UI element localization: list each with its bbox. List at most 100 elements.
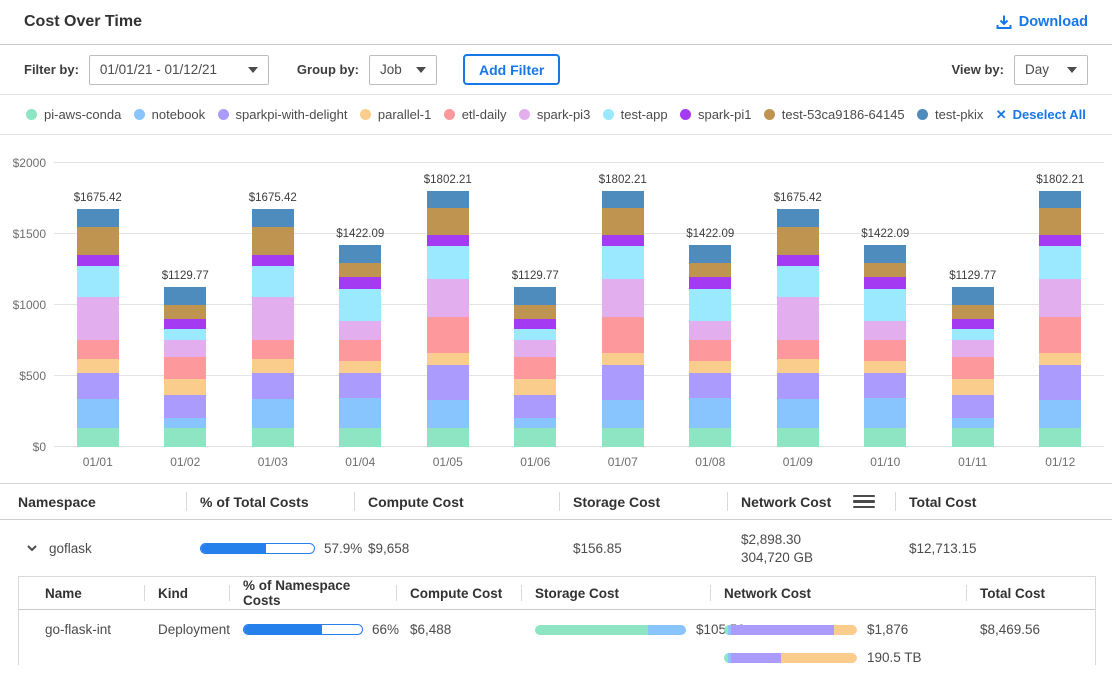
- bar-segment-test-app: [252, 266, 294, 297]
- legend-item-pi-aws-conda[interactable]: pi-aws-conda: [26, 107, 121, 122]
- bar-segment-notebook: [339, 398, 381, 428]
- stacked-bar-01/03[interactable]: [252, 209, 294, 447]
- bar-segment-notebook: [777, 399, 819, 428]
- date-range-dropdown[interactable]: 01/01/21 - 01/12/21: [89, 55, 269, 85]
- bar-segment-pi-aws-conda: [602, 428, 644, 447]
- bar-total-label: $1802.21: [1036, 174, 1084, 186]
- bar-segment-pi-aws-conda: [514, 428, 556, 447]
- bar-segment-sparkpi-with-delight: [339, 373, 381, 399]
- bar-segment-pi-aws-conda: [952, 428, 994, 447]
- bar-segment-parallel-1: [689, 361, 731, 373]
- stacked-bar-01/04[interactable]: [339, 245, 381, 447]
- bar-segment-test-53ca9186-64145: [864, 263, 906, 277]
- col-header-namespace: Namespace: [0, 484, 186, 519]
- bar-segment-etl-daily: [952, 357, 994, 379]
- chart-plot-area: $1675.42$1129.77$1675.42$1422.09$1802.21…: [54, 163, 1104, 447]
- date-range-value: 01/01/21 - 01/12/21: [100, 62, 217, 77]
- col-header-network-cost: Network Cost: [727, 484, 895, 519]
- legend-item-test-pkix[interactable]: test-pkix: [917, 107, 983, 122]
- bar-segment-test-app: [339, 289, 381, 322]
- download-button[interactable]: Download: [996, 14, 1088, 30]
- col-header-kind: Kind: [144, 577, 229, 609]
- bar-segment-spark-pi1: [77, 255, 119, 265]
- bar-total-label: $1422.09: [336, 228, 384, 240]
- stacked-bar-01/01[interactable]: [77, 209, 119, 447]
- stacked-bar-01/07[interactable]: [602, 191, 644, 447]
- bar-segment-spark-pi3: [1039, 279, 1081, 317]
- x-tick-label: 01/01: [54, 455, 142, 469]
- stacked-bar-01/05[interactable]: [427, 191, 469, 447]
- bar-segment-spark-pi3: [339, 321, 381, 340]
- bar-segment-spark-pi1: [164, 319, 206, 329]
- bar-segment-spark-pi3: [689, 321, 731, 340]
- group-by-label: Group by:: [297, 62, 359, 77]
- legend-item-etl-daily[interactable]: etl-daily: [444, 107, 507, 122]
- bar-segment-notebook: [427, 400, 469, 428]
- workload-row-go-flask-int[interactable]: go-flask-int Deployment 66% $6,488 $105.…: [19, 610, 1095, 665]
- bar-segment-parallel-1: [427, 353, 469, 365]
- bar-segment-parallel-1: [77, 359, 119, 373]
- view-by-dropdown[interactable]: Day: [1014, 55, 1088, 85]
- bar-segment-spark-pi1: [252, 255, 294, 265]
- bar-segment-spark-pi3: [77, 297, 119, 340]
- stacked-bar-01/06[interactable]: [514, 287, 556, 447]
- bar-segment-spark-pi3: [427, 279, 469, 317]
- workload-table: Name Kind % of Namespace Costs Compute C…: [18, 576, 1096, 665]
- bar-segment-test-pkix: [602, 191, 644, 208]
- bar-segment-test-app: [427, 246, 469, 279]
- stacked-bar-01/09[interactable]: [777, 209, 819, 447]
- bar-segment-parallel-1: [339, 361, 381, 373]
- bar-segment-pi-aws-conda: [164, 428, 206, 447]
- bar-segment-spark-pi3: [602, 279, 644, 317]
- bar-segment-sparkpi-with-delight: [514, 395, 556, 418]
- bar-segment-test-pkix: [952, 287, 994, 305]
- stacked-bar-01/11[interactable]: [952, 287, 994, 447]
- bar-total-label: $1422.09: [686, 228, 734, 240]
- namespace-row-goflask[interactable]: goflask 57.9% $9,658 $156.85 $2,898.30 3…: [0, 520, 1112, 576]
- stacked-bar-01/08[interactable]: [689, 245, 731, 447]
- legend-item-spark-pi3[interactable]: spark-pi3: [519, 107, 590, 122]
- legend-item-spark-pi1[interactable]: spark-pi1: [680, 107, 751, 122]
- legend-item-test-53ca9186-64145[interactable]: test-53ca9186-64145: [764, 107, 905, 122]
- namespace-table: Namespace % of Total Costs Compute Cost …: [0, 483, 1112, 665]
- legend-item-test-app[interactable]: test-app: [603, 107, 668, 122]
- bar-segment-spark-pi3: [164, 340, 206, 357]
- bar-segment-test-app: [689, 289, 731, 322]
- bar-segment-sparkpi-with-delight: [77, 373, 119, 400]
- add-filter-button[interactable]: Add Filter: [463, 54, 560, 85]
- stacked-bar-01/12[interactable]: [1039, 191, 1081, 447]
- col-header-storage-cost: Storage Cost: [521, 577, 710, 609]
- legend-item-parallel-1[interactable]: parallel-1: [360, 107, 431, 122]
- legend-dot-icon: [680, 109, 691, 120]
- bar-segment-test-53ca9186-64145: [252, 227, 294, 256]
- stacked-bar-01/10[interactable]: [864, 245, 906, 447]
- group-by-value: Job: [380, 62, 402, 77]
- y-tick-label: $0: [33, 440, 46, 454]
- legend-item-notebook[interactable]: notebook: [134, 107, 206, 122]
- workload-kind: Deployment: [144, 610, 229, 665]
- chevron-down-icon[interactable]: [26, 542, 38, 554]
- bar-segment-parallel-1: [777, 359, 819, 373]
- bar-segment-parallel-1: [164, 379, 206, 395]
- group-by-dropdown[interactable]: Job: [369, 55, 437, 85]
- column-menu-icon[interactable]: [853, 495, 875, 509]
- bar-segment-notebook: [689, 398, 731, 428]
- stacked-bar-01/02[interactable]: [164, 287, 206, 447]
- bar-total-label: $1802.21: [424, 174, 472, 186]
- x-tick-label: 01/06: [492, 455, 580, 469]
- workload-table-header: Name Kind % of Namespace Costs Compute C…: [19, 577, 1095, 610]
- bar-segment-spark-pi1: [689, 277, 731, 288]
- bar-segment-test-53ca9186-64145: [952, 305, 994, 319]
- deselect-all-button[interactable]: ✕Deselect All: [996, 107, 1086, 123]
- bar-segment-etl-daily: [339, 340, 381, 360]
- col-header-pct-total-costs: % of Total Costs: [186, 484, 354, 519]
- bar-total-label: $1129.77: [949, 270, 996, 282]
- legend-item-sparkpi-with-delight[interactable]: sparkpi-with-delight: [218, 107, 348, 122]
- bar-segment-test-app: [1039, 246, 1081, 279]
- chevron-down-icon: [1067, 67, 1077, 73]
- bar-segment-pi-aws-conda: [427, 428, 469, 447]
- bar-segment-pi-aws-conda: [689, 428, 731, 447]
- view-by-value: Day: [1025, 62, 1049, 77]
- bar-segment-test-app: [777, 266, 819, 297]
- legend-dot-icon: [218, 109, 229, 120]
